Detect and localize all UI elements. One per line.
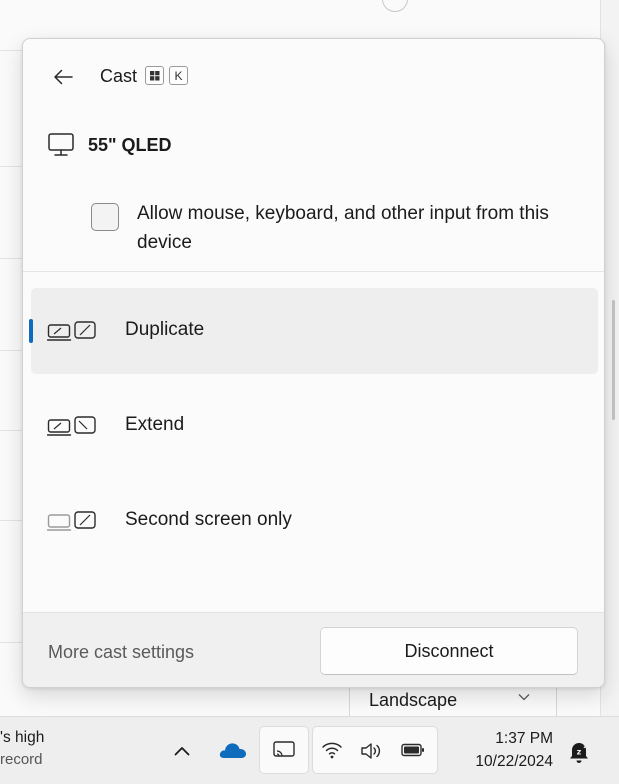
clock-date: 10/22/2024	[475, 753, 553, 770]
disconnect-button[interactable]: Disconnect	[320, 627, 578, 675]
show-hidden-icons-button[interactable]	[170, 739, 194, 763]
projection-mode-duplicate[interactable]: Duplicate	[29, 288, 598, 374]
onedrive-button[interactable]	[217, 737, 249, 763]
taskbar: 's high record 1:37 PM 10/22/2024 z z	[0, 716, 619, 784]
k-key-badge: K	[169, 66, 188, 85]
news-headline: 's high	[0, 729, 45, 746]
windows-logo-icon	[149, 70, 159, 80]
svg-text:z: z	[584, 744, 587, 750]
clock-button[interactable]: 1:37 PM 10/22/2024	[443, 727, 553, 773]
cast-flyout: Cast K 55" QLED Allow mouse, keyboard, a…	[22, 38, 605, 688]
volume-icon	[361, 743, 381, 759]
cast-title: Cast	[100, 66, 138, 86]
projection-mode-extend[interactable]: Extend	[31, 383, 598, 469]
selected-indicator	[29, 319, 33, 343]
projection-mode-second-screen-only[interactable]: Second screen only	[31, 478, 598, 564]
quick-settings-button[interactable]	[312, 726, 438, 774]
second-screen-only-icon	[47, 511, 96, 531]
background-divider	[0, 350, 24, 351]
shortcut-key-label: K	[174, 68, 183, 83]
background-divider	[0, 50, 24, 51]
cast-device-row: 55" QLED	[48, 131, 172, 159]
device-name: 55" QLED	[88, 134, 172, 155]
orientation-select-value: Landscape	[369, 690, 458, 710]
cast-icon	[273, 741, 295, 757]
cast-taskbar-button[interactable]	[259, 726, 309, 774]
more-cast-settings-link[interactable]: More cast settings	[48, 642, 194, 663]
allow-input-checkbox[interactable]	[91, 203, 119, 231]
background-divider	[0, 258, 24, 259]
background-divider	[0, 166, 24, 167]
duplicate-display-icon	[47, 321, 96, 341]
wifi-icon	[322, 742, 342, 759]
monitor-icon	[48, 133, 74, 156]
chevron-up-icon	[174, 747, 190, 756]
background-scrollbar[interactable]	[612, 300, 615, 420]
do-not-disturb-icon: z z	[570, 743, 588, 763]
projection-mode-label: Second screen only	[125, 509, 292, 530]
onedrive-cloud-icon	[219, 743, 247, 758]
news-subline: record	[0, 751, 43, 768]
background-control	[382, 0, 408, 12]
windows-key-badge	[145, 66, 164, 85]
clock-time: 1:37 PM	[495, 730, 553, 747]
notifications-button[interactable]: z z	[564, 737, 594, 767]
back-button[interactable]	[49, 63, 77, 91]
back-arrow-icon	[54, 69, 73, 85]
svg-text:z: z	[577, 748, 582, 757]
background-divider	[0, 430, 24, 431]
extend-display-icon	[47, 416, 96, 436]
projection-mode-label: Duplicate	[125, 319, 205, 340]
battery-icon	[401, 743, 424, 757]
background-divider	[0, 642, 24, 643]
news-widget[interactable]: 's high record	[0, 727, 44, 771]
projection-mode-label: Extend	[125, 414, 185, 435]
cast-header: Cast K	[23, 39, 604, 119]
chevron-down-icon	[518, 694, 530, 701]
allow-input-label: Allow mouse, keyboard, and other input f…	[137, 203, 549, 253]
cast-footer: More cast settings Disconnect	[23, 612, 604, 687]
flyout-divider	[23, 271, 604, 272]
background-divider	[0, 520, 24, 521]
